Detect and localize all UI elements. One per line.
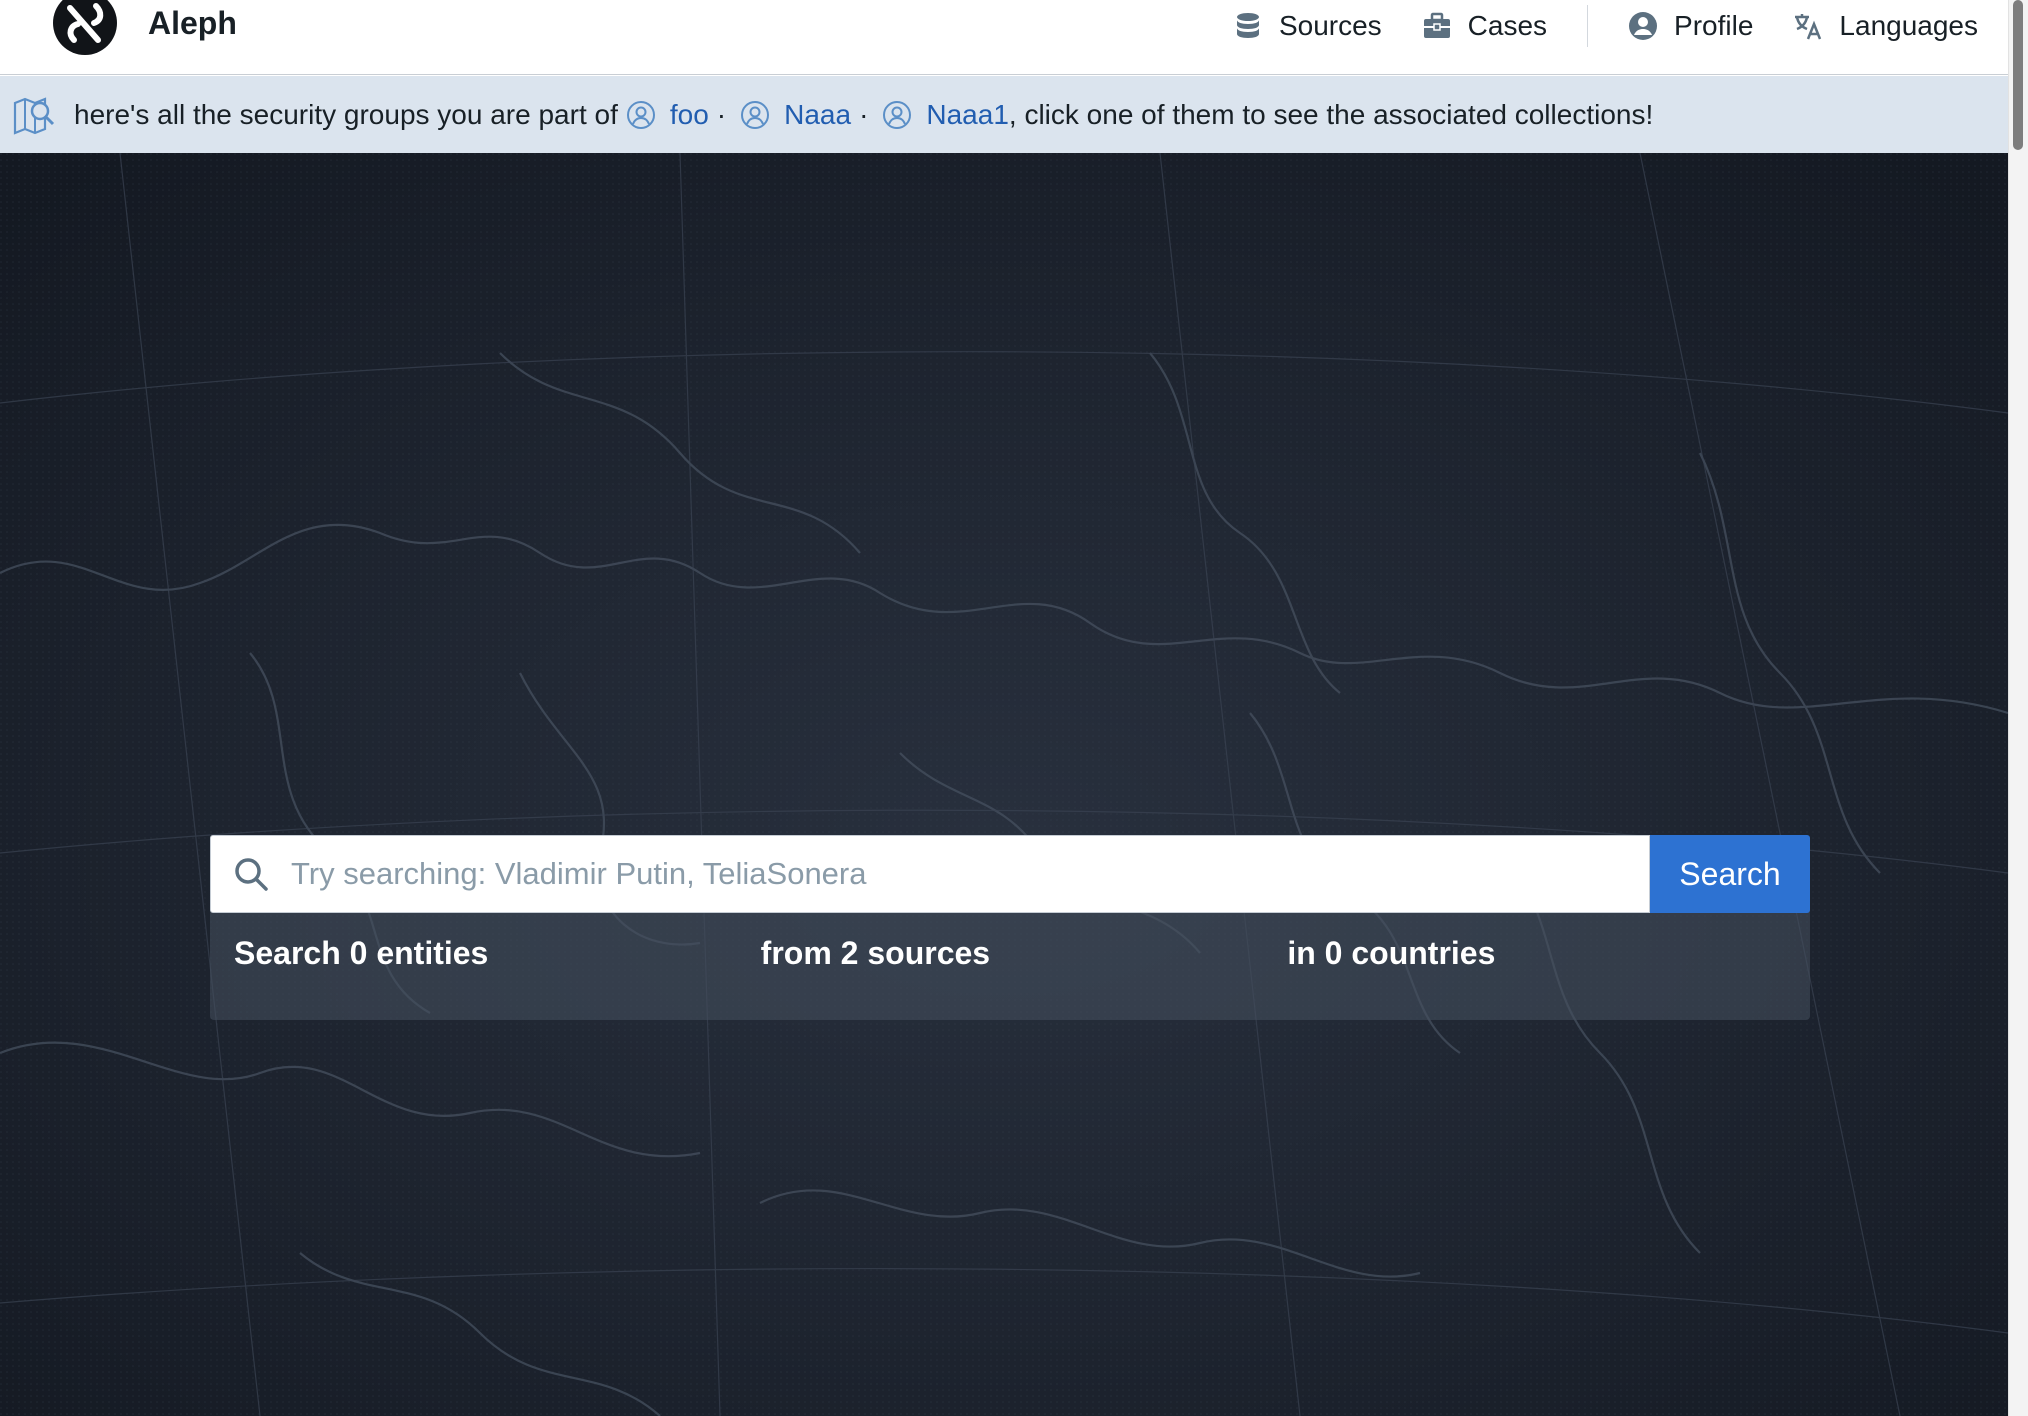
scrollbar-thumb[interactable] [2013, 0, 2023, 150]
nav-menu: Sources Cases Profile Languages [1193, 0, 1978, 52]
nav-profile-label: Profile [1674, 10, 1754, 41]
callout-prefix: here's all the security groups you are p… [74, 98, 618, 130]
stat-sources: from 2 sources [760, 935, 991, 971]
search-button[interactable]: Search [1650, 835, 1810, 913]
database-icon [1236, 13, 1259, 38]
search-map-icon [13, 96, 55, 135]
map-illustration [0, 153, 2008, 1416]
search-stats: Search 0 entities from 2 sources in 0 co… [234, 935, 1814, 972]
search-input[interactable] [289, 855, 1589, 893]
search-form: Search [210, 835, 1810, 913]
nav-languages[interactable]: Languages [1793, 10, 1978, 42]
callout-suffix: , click one of them to see the associate… [1008, 98, 1654, 130]
brand-home-link[interactable]: Aleph [52, 0, 237, 75]
nav-languages-label: Languages [1839, 10, 1978, 41]
briefcase-icon [1423, 12, 1450, 38]
nav-cases[interactable]: Cases [1422, 10, 1547, 42]
navbar: Aleph Sources Cases Profile Languages [0, 0, 2008, 75]
user-circle-icon [883, 100, 912, 129]
brand-name: Aleph [148, 4, 237, 41]
page-scrollbar[interactable] [2008, 0, 2028, 1416]
hero-map-background [0, 153, 2008, 1416]
nav-divider [1587, 5, 1589, 47]
group-link-label: Naaa1 [926, 98, 1009, 130]
user-circle-icon [626, 100, 655, 129]
nav-sources[interactable]: Sources [1233, 10, 1382, 42]
group-separator: · [859, 98, 869, 130]
group-link-label: foo [669, 98, 709, 130]
user-icon [1629, 12, 1658, 40]
search-icon [235, 858, 268, 891]
translate-icon [1795, 14, 1822, 40]
nav-sources-label: Sources [1278, 10, 1382, 41]
stat-entities: Search 0 entities [234, 935, 489, 971]
nav-cases-label: Cases [1467, 10, 1548, 41]
group-link-label: Naaa [784, 98, 852, 130]
search-field[interactable] [210, 835, 1650, 913]
security-groups-callout: here's all the security groups you are p… [0, 76, 2008, 153]
group-separator: · [716, 98, 727, 130]
group-link-naaa1[interactable]: Naaa1 [876, 99, 1009, 131]
group-link-naaa[interactable]: Naaa [734, 99, 851, 131]
nav-profile[interactable]: Profile [1628, 10, 1753, 42]
group-link-foo[interactable]: foo [620, 99, 709, 131]
stat-countries: in 0 countries [1287, 935, 1496, 971]
aleph-logo-icon [53, 0, 117, 55]
user-circle-icon [741, 100, 770, 129]
